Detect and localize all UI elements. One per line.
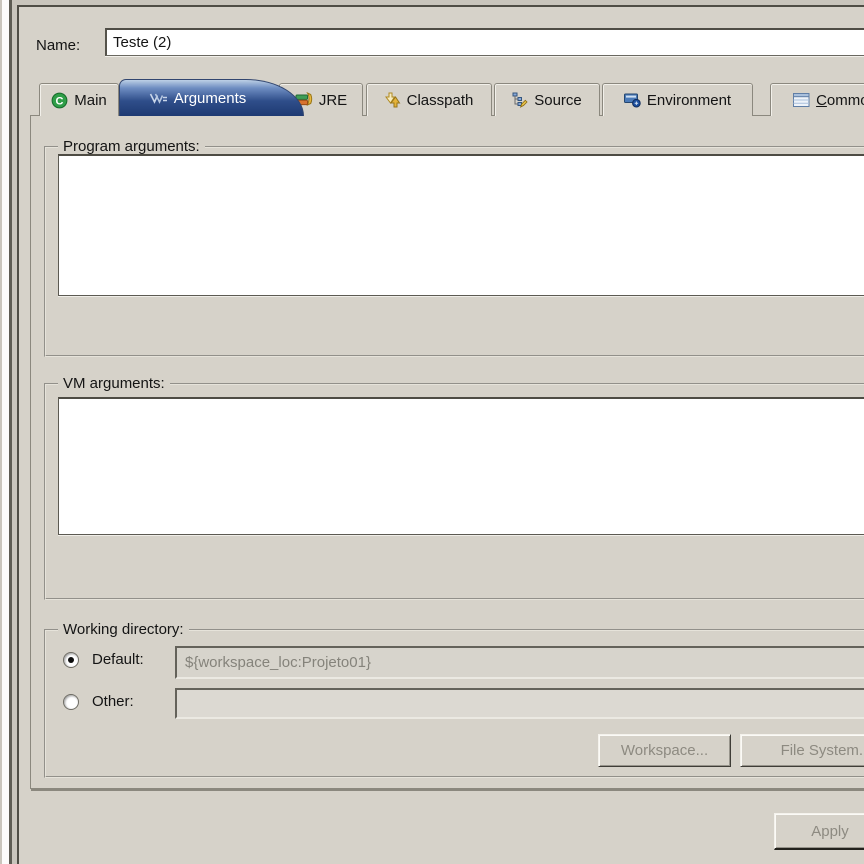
working-directory-label: Working directory: xyxy=(58,620,189,640)
name-input[interactable] xyxy=(105,28,864,56)
tab-arguments[interactable]: Arguments xyxy=(119,79,304,116)
svg-text:C: C xyxy=(56,95,64,107)
workspace-button[interactable]: Workspace... xyxy=(598,734,731,767)
apply-button[interactable]: Apply xyxy=(774,813,864,850)
tab-classpath[interactable]: Classpath xyxy=(366,83,492,116)
tab-common-label: Common xyxy=(816,91,864,109)
tab-environment-label: Environment xyxy=(646,91,732,109)
tab-environment[interactable]: Environment xyxy=(602,83,753,116)
vm-arguments-group: VM arguments: xyxy=(44,374,864,600)
tab-source-label: Source xyxy=(534,91,582,109)
file-system-button[interactable]: File System... xyxy=(740,734,864,767)
vm-arguments-textarea[interactable] xyxy=(58,397,864,535)
default-radio[interactable] xyxy=(63,652,79,668)
arguments-icon xyxy=(149,91,168,105)
tab-arguments-label: Arguments xyxy=(173,89,247,107)
launch-config-panel: Name: C Main Arguments JRE Classpath Sou… xyxy=(17,5,864,864)
working-directory-group: Working directory: Default: ${workspace_… xyxy=(44,620,864,778)
java-class-icon: C xyxy=(51,92,68,109)
other-directory-field[interactable] xyxy=(175,688,864,719)
environment-icon xyxy=(623,92,641,108)
default-directory-field: ${workspace_loc:Projeto01} xyxy=(175,646,864,679)
name-label: Name: xyxy=(36,37,81,54)
tab-classpath-label: Classpath xyxy=(406,91,474,109)
program-arguments-group: Program arguments: xyxy=(44,137,864,357)
tab-main-label: Main xyxy=(74,91,107,109)
tab-source[interactable]: Source xyxy=(494,83,600,116)
classpath-arrows-icon xyxy=(384,92,401,108)
arguments-tab-content: Program arguments: VM arguments: Working… xyxy=(30,115,864,789)
tab-jre-label: JRE xyxy=(318,91,348,109)
vm-arguments-label: VM arguments: xyxy=(58,374,170,394)
left-tree-panel-edge xyxy=(2,0,12,864)
source-tree-pencil-icon xyxy=(512,92,528,108)
default-radio-label[interactable]: Default: xyxy=(92,651,144,669)
table-icon xyxy=(793,93,810,107)
program-arguments-textarea[interactable] xyxy=(58,154,864,296)
tab-main[interactable]: C Main xyxy=(39,83,119,116)
tab-common[interactable]: Common xyxy=(770,83,864,116)
other-radio[interactable] xyxy=(63,694,79,710)
other-radio-label[interactable]: Other: xyxy=(92,693,134,711)
